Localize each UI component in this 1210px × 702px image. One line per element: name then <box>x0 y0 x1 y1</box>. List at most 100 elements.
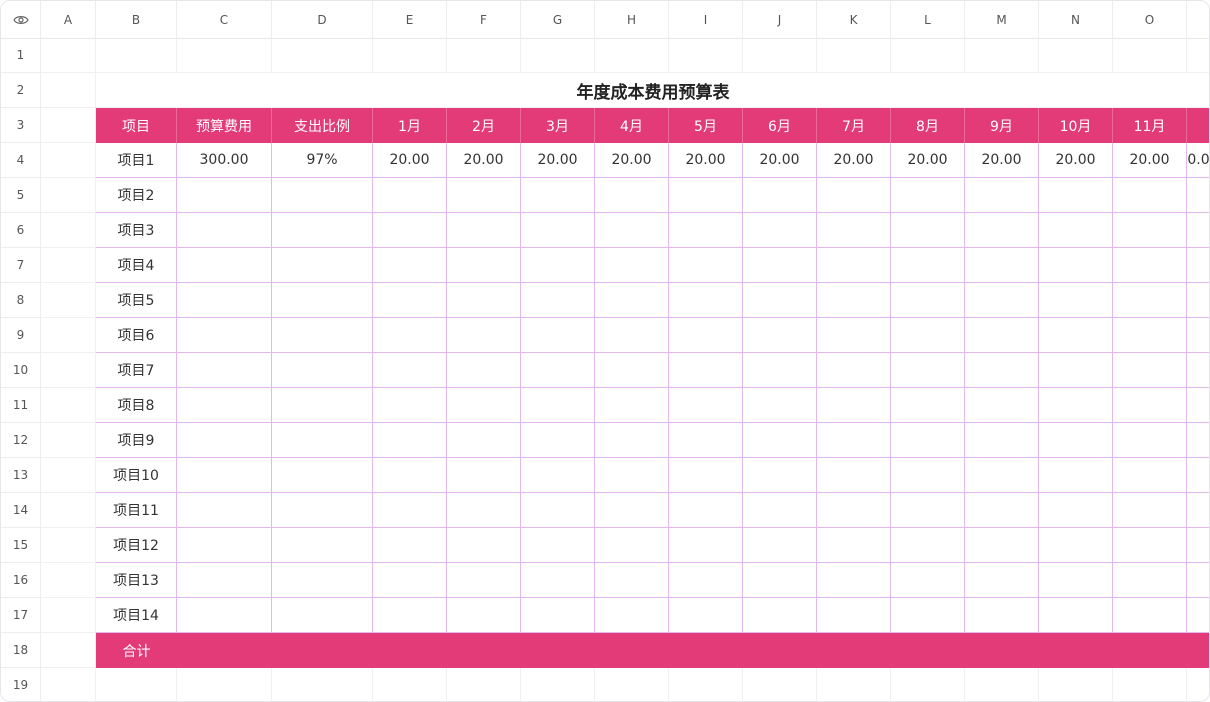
cell[interactable] <box>595 563 669 598</box>
header-cell[interactable]: 2月 <box>447 108 521 143</box>
cell[interactable] <box>595 318 669 353</box>
cell[interactable] <box>96 38 177 73</box>
header-cell[interactable] <box>1187 108 1209 143</box>
cell[interactable] <box>521 38 595 73</box>
cell[interactable] <box>743 213 817 248</box>
cell[interactable] <box>743 668 817 701</box>
cell[interactable] <box>447 458 521 493</box>
cell[interactable] <box>1039 458 1113 493</box>
cell[interactable] <box>177 668 272 701</box>
cell[interactable] <box>177 388 272 423</box>
cell[interactable] <box>272 353 373 388</box>
cell[interactable] <box>891 213 965 248</box>
cell[interactable] <box>669 178 743 213</box>
header-cell[interactable]: 1月 <box>373 108 447 143</box>
cell[interactable] <box>817 423 891 458</box>
cell[interactable] <box>447 493 521 528</box>
cell[interactable] <box>1039 668 1113 701</box>
cell[interactable] <box>965 283 1039 318</box>
cell[interactable] <box>891 598 965 633</box>
cell[interactable] <box>1039 248 1113 283</box>
cell[interactable] <box>1187 178 1209 213</box>
item-label[interactable]: 项目14 <box>96 598 177 633</box>
cell[interactable] <box>373 353 447 388</box>
cell[interactable] <box>521 423 595 458</box>
value-cell[interactable]: 20.00 <box>595 143 669 178</box>
cell[interactable] <box>891 248 965 283</box>
cell[interactable] <box>817 388 891 423</box>
cell[interactable] <box>965 493 1039 528</box>
item-label[interactable]: 项目2 <box>96 178 177 213</box>
cell[interactable] <box>177 178 272 213</box>
cell[interactable] <box>1039 493 1113 528</box>
cell[interactable] <box>1039 388 1113 423</box>
cell[interactable] <box>965 598 1039 633</box>
cell[interactable] <box>1039 283 1113 318</box>
cell[interactable] <box>965 458 1039 493</box>
cell[interactable] <box>177 283 272 318</box>
cell[interactable] <box>272 493 373 528</box>
cell[interactable] <box>1113 493 1187 528</box>
cell[interactable] <box>595 388 669 423</box>
cell[interactable] <box>177 213 272 248</box>
cell[interactable] <box>41 563 96 598</box>
cell[interactable] <box>1187 458 1209 493</box>
cell[interactable] <box>669 388 743 423</box>
cell[interactable] <box>669 248 743 283</box>
column-header-k[interactable]: K <box>817 1 891 38</box>
cell[interactable] <box>96 668 177 701</box>
row-header-14[interactable]: 14 <box>1 493 41 528</box>
cell[interactable] <box>447 598 521 633</box>
cell[interactable] <box>1187 283 1209 318</box>
cell[interactable] <box>1039 528 1113 563</box>
cell[interactable] <box>817 283 891 318</box>
value-cell[interactable]: 20.00 <box>521 143 595 178</box>
cell[interactable] <box>743 388 817 423</box>
cell[interactable] <box>1187 388 1209 423</box>
cell[interactable] <box>743 528 817 563</box>
cell[interactable] <box>965 213 1039 248</box>
cell[interactable] <box>1113 668 1187 701</box>
cell[interactable] <box>272 283 373 318</box>
cell[interactable] <box>965 528 1039 563</box>
row-header-9[interactable]: 9 <box>1 318 41 353</box>
item-label[interactable]: 项目7 <box>96 353 177 388</box>
cell[interactable] <box>272 388 373 423</box>
cell[interactable] <box>965 388 1039 423</box>
value-cell[interactable]: 20.00 <box>743 143 817 178</box>
cell[interactable] <box>41 668 96 701</box>
cell[interactable] <box>177 528 272 563</box>
column-header-d[interactable]: D <box>272 1 373 38</box>
cell[interactable] <box>1187 598 1209 633</box>
cell[interactable] <box>817 38 891 73</box>
cell[interactable] <box>521 248 595 283</box>
cell[interactable] <box>743 38 817 73</box>
cell[interactable] <box>1187 38 1209 73</box>
column-header-j[interactable]: J <box>743 1 817 38</box>
column-header-e[interactable]: E <box>373 1 447 38</box>
cell[interactable] <box>41 38 96 73</box>
row-header-5[interactable]: 5 <box>1 178 41 213</box>
cell[interactable] <box>447 178 521 213</box>
cell[interactable] <box>669 528 743 563</box>
cell[interactable] <box>743 283 817 318</box>
cell[interactable] <box>817 528 891 563</box>
row-header-7[interactable]: 7 <box>1 248 41 283</box>
cell[interactable] <box>373 318 447 353</box>
cell[interactable] <box>41 528 96 563</box>
cell[interactable] <box>177 458 272 493</box>
total-row-fill[interactable] <box>177 633 1209 668</box>
value-cell[interactable]: 20.00 <box>1039 143 1113 178</box>
cell[interactable] <box>669 598 743 633</box>
cell[interactable] <box>521 668 595 701</box>
cell[interactable] <box>595 178 669 213</box>
cell[interactable] <box>521 353 595 388</box>
cell[interactable] <box>373 563 447 598</box>
cell[interactable] <box>521 493 595 528</box>
cell[interactable] <box>1039 563 1113 598</box>
cell[interactable] <box>447 668 521 701</box>
cell[interactable] <box>41 318 96 353</box>
cell[interactable] <box>1113 248 1187 283</box>
header-cell[interactable]: 支出比例 <box>272 108 373 143</box>
value-cell[interactable]: 20.00 <box>373 143 447 178</box>
